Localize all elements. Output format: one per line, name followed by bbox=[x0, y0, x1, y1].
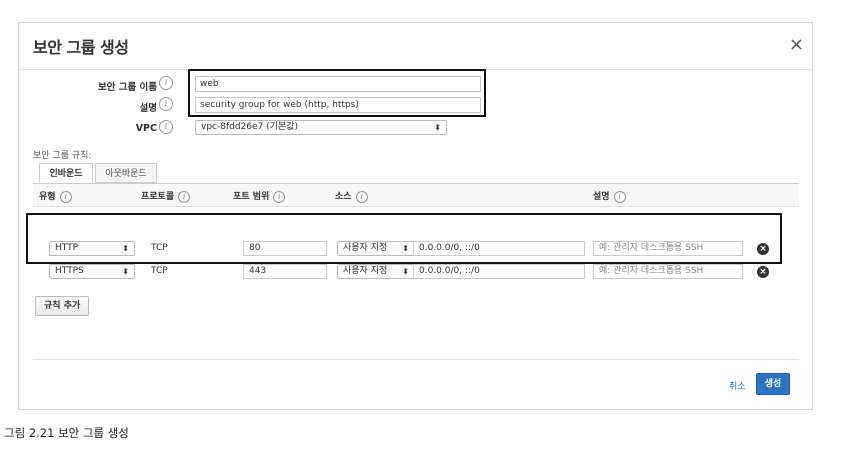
select-arrows-icon: ⬍ bbox=[402, 267, 409, 276]
col-description-label: 설명 bbox=[593, 192, 610, 202]
dialog-title: 보안 그룹 생성 bbox=[33, 38, 129, 57]
rule-source-field[interactable]: 0.0.0.0/0, ::/0 bbox=[413, 264, 585, 279]
description-info-icon[interactable]: i bbox=[159, 97, 173, 111]
vpc-info-icon[interactable]: i bbox=[159, 120, 173, 134]
description-col-info-icon[interactable]: i bbox=[613, 190, 626, 203]
rule-source-type-select[interactable]: 사용자 지정 ⬍ bbox=[337, 264, 415, 279]
vpc-label: VPC bbox=[135, 123, 157, 134]
port-info-icon[interactable]: i bbox=[273, 190, 286, 203]
highlight-box-rules bbox=[26, 213, 782, 264]
vpc-select[interactable]: vpc-8fdd26e7 (기본값) ⬍ bbox=[195, 120, 447, 135]
col-source-header: 소스 i bbox=[335, 189, 368, 203]
create-button[interactable]: 생성 bbox=[756, 373, 790, 395]
vpc-row: VPC i vpc-8fdd26e7 (기본값) ⬍ bbox=[19, 120, 814, 138]
col-type-header: 유형 i bbox=[39, 189, 72, 203]
protocol-info-icon[interactable]: i bbox=[178, 190, 191, 203]
col-source-label: 소스 bbox=[335, 192, 352, 202]
select-arrows-icon: ⬍ bbox=[434, 123, 441, 132]
delete-rule-icon[interactable]: × bbox=[757, 266, 769, 278]
vpc-select-value: vpc-8fdd26e7 (기본값) bbox=[201, 122, 298, 132]
tab-outbound[interactable]: 아웃바운드 bbox=[95, 163, 157, 183]
col-port-label: 포트 범위 bbox=[233, 192, 270, 202]
rule-description-field[interactable]: 예: 관리자 데스크톱용 SSH bbox=[593, 264, 743, 279]
dialog-header: 보안 그룹 생성 × bbox=[19, 23, 812, 70]
name-info-icon[interactable]: i bbox=[159, 76, 173, 90]
tab-inbound[interactable]: 인바운드 bbox=[39, 163, 93, 183]
rules-table-header: 유형 i 프로토콜 i 포트 범위 i 소스 i 설명 i bbox=[33, 183, 799, 207]
highlight-box-name-description bbox=[188, 69, 486, 117]
footer-divider bbox=[33, 359, 799, 360]
col-protocol-label: 프로토콜 bbox=[141, 192, 175, 202]
close-icon[interactable]: × bbox=[789, 34, 804, 55]
rule-type-value: HTTPS bbox=[55, 266, 84, 276]
col-description-header: 설명 i bbox=[593, 189, 626, 203]
add-rule-button[interactable]: 규칙 추가 bbox=[35, 296, 90, 316]
source-info-icon[interactable]: i bbox=[355, 190, 368, 203]
description-label: 설명 bbox=[139, 103, 157, 114]
rule-source-type-value: 사용자 지정 bbox=[343, 266, 388, 276]
rule-type-select[interactable]: HTTPS ⬍ bbox=[49, 264, 135, 279]
rule-row: HTTPS ⬍ TCP 443 사용자 지정 ⬍ 0.0.0.0/0, ::/0 예… bbox=[33, 263, 799, 285]
type-info-icon[interactable]: i bbox=[59, 190, 72, 203]
cancel-button[interactable]: 취소 bbox=[729, 379, 746, 392]
select-arrows-icon: ⬍ bbox=[122, 267, 129, 276]
rule-protocol: TCP bbox=[151, 266, 168, 276]
rule-port-field[interactable]: 443 bbox=[243, 264, 327, 279]
col-port-header: 포트 범위 i bbox=[233, 189, 286, 203]
col-protocol-header: 프로토콜 i bbox=[141, 189, 191, 203]
figure-caption: 그림 2.21 보안 그룹 생성 bbox=[4, 426, 129, 440]
name-label: 보안 그룹 이름 bbox=[97, 82, 157, 93]
col-type-label: 유형 bbox=[39, 192, 56, 202]
rules-section-label: 보안 그룹 규칙: bbox=[33, 151, 92, 161]
